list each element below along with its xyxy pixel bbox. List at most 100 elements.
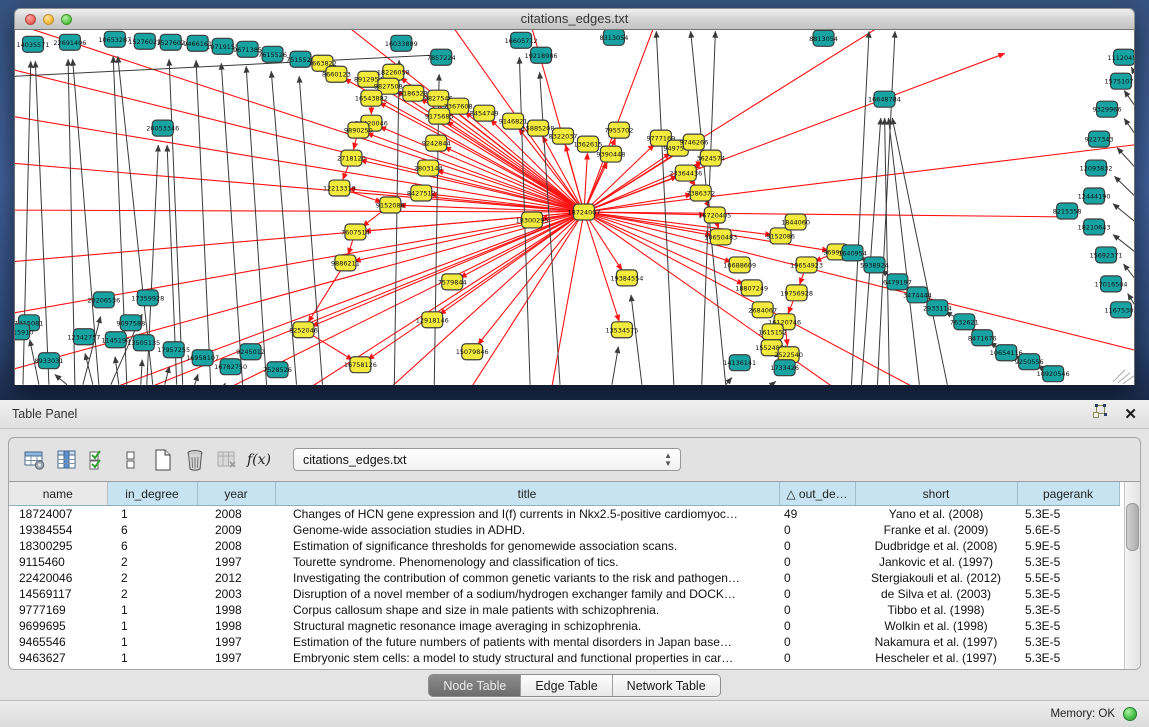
graph-node-label: 9227343 bbox=[1085, 136, 1114, 144]
table-row[interactable]: 977716911998Corpus callosum shape and si… bbox=[9, 602, 1119, 618]
table-row[interactable]: 1938455462009Genome-wide association stu… bbox=[9, 522, 1119, 538]
graph-edge bbox=[141, 360, 142, 385]
new-table-button[interactable] bbox=[147, 444, 179, 476]
table-row[interactable]: 1872400712008Changes of HCN gene express… bbox=[9, 506, 1119, 523]
scrollbar-thumb[interactable] bbox=[1126, 503, 1139, 551]
graph-node-label: 8322037 bbox=[549, 133, 578, 141]
function-builder-button[interactable]: f(x) bbox=[243, 444, 275, 476]
table-cell: 1 bbox=[107, 650, 197, 666]
table-settings-button[interactable] bbox=[19, 444, 51, 476]
column-header-name[interactable]: name bbox=[9, 482, 107, 506]
vertical-scrollbar[interactable] bbox=[1124, 482, 1140, 669]
column-header-title[interactable]: title bbox=[275, 482, 779, 506]
table-row[interactable]: 1830029562008Estimation of significance … bbox=[9, 538, 1119, 554]
window-title: citations_edges.txt bbox=[15, 9, 1134, 29]
tab-network-table[interactable]: Network Table bbox=[613, 675, 720, 696]
graph-node-label: 10920546 bbox=[1037, 370, 1070, 378]
graph-node-label: 1733426 bbox=[770, 364, 799, 372]
graph-edge bbox=[299, 76, 322, 384]
graph-edge bbox=[195, 374, 198, 384]
graph-node-label: 9886211 bbox=[331, 259, 360, 267]
graph-node-label: 19654923 bbox=[790, 261, 823, 269]
column-header-year[interactable]: year bbox=[197, 482, 275, 506]
table-cell: Jankovic et al. (1997) bbox=[855, 554, 1017, 570]
tab-node-table[interactable]: Node Table bbox=[429, 675, 521, 696]
graph-node-label: 14136141 bbox=[723, 359, 756, 367]
column-header-out_de[interactable]: △ out_de… bbox=[779, 482, 855, 506]
close-panel-icon[interactable]: ✕ bbox=[1124, 407, 1137, 422]
graph-node-label: 23364436 bbox=[669, 170, 702, 178]
table-cell: 1 bbox=[107, 506, 197, 523]
float-panel-icon[interactable] bbox=[1092, 404, 1108, 424]
table-row[interactable]: 2242004622012Investigating the contribut… bbox=[9, 570, 1119, 586]
graph-node-label: 12918146 bbox=[416, 316, 449, 324]
table-cell: Estimation of significance thresholds fo… bbox=[275, 538, 779, 554]
graph-node-label: 20206536 bbox=[87, 296, 120, 304]
graph-node-label: 16958107 bbox=[186, 354, 219, 362]
clear-selection-button[interactable] bbox=[115, 444, 147, 476]
table-cell: 2 bbox=[107, 586, 197, 602]
select-rows-button[interactable] bbox=[83, 444, 115, 476]
table-cell: 5.3E-5 bbox=[1017, 650, 1119, 666]
graph-node-label: 12342757 bbox=[67, 333, 100, 341]
graph-node-label: 2522540 bbox=[774, 351, 803, 359]
graph-node-label: 10650483 bbox=[704, 233, 737, 241]
tab-edge-table[interactable]: Edge Table bbox=[521, 675, 612, 696]
graph-node-label: 14035571 bbox=[16, 41, 49, 49]
table-cell: Disruption of a novel member of a sodium… bbox=[275, 586, 779, 602]
node-table[interactable]: namein_degreeyeartitle△ out_de…shortpage… bbox=[9, 482, 1120, 666]
delete-column-button[interactable] bbox=[179, 444, 211, 476]
memory-status-indicator[interactable] bbox=[1123, 707, 1137, 721]
graph-node-label: 9746266 bbox=[679, 139, 708, 147]
table-cell: 1997 bbox=[197, 650, 275, 666]
graph-node-label: 1362615 bbox=[574, 141, 603, 149]
graph-edge bbox=[14, 161, 584, 212]
graph-edge bbox=[612, 347, 618, 385]
table-row[interactable]: 946362711997Embryonic stem cells: a mode… bbox=[9, 650, 1119, 666]
graph-node-label: 13505135 bbox=[127, 339, 160, 347]
column-header-short[interactable]: short bbox=[855, 482, 1017, 506]
table-row[interactable]: 946554611997Estimation of the future num… bbox=[9, 634, 1119, 650]
graph-node-label: 18210643 bbox=[1078, 223, 1111, 231]
graph-edge bbox=[656, 31, 674, 384]
graph-node-label: 8427512 bbox=[407, 190, 436, 198]
column-header-pagerank[interactable]: pagerank bbox=[1017, 482, 1119, 506]
table-source-select[interactable]: citations_edges.txt ▲▼ bbox=[293, 448, 681, 471]
table-cell: 19384554 bbox=[9, 522, 107, 538]
table-row[interactable]: 969969511998Structural magnetic resonanc… bbox=[9, 618, 1119, 634]
table-cell: 0 bbox=[779, 570, 855, 586]
graph-node-label: 15079846 bbox=[456, 348, 489, 356]
table-header-row[interactable]: namein_degreeyeartitle△ out_de…shortpage… bbox=[9, 482, 1119, 506]
delete-table-button-disabled[interactable] bbox=[211, 444, 243, 476]
table-cell: 49 bbox=[779, 506, 855, 523]
column-header-in_degree[interactable]: in_degree bbox=[107, 482, 197, 506]
graph-node-label: 11675309 bbox=[1105, 306, 1135, 314]
network-window-titlebar[interactable]: citations_edges.txt bbox=[14, 8, 1135, 30]
table-cell: 22420046 bbox=[9, 570, 107, 586]
table-cell: 0 bbox=[779, 602, 855, 618]
close-window-button[interactable] bbox=[25, 14, 36, 25]
graph-node-label: 18807249 bbox=[735, 284, 768, 292]
table-cell: 1 bbox=[107, 602, 197, 618]
graph-edge bbox=[631, 295, 642, 385]
table-row[interactable]: 1456911722003Disruption of a novel membe… bbox=[9, 586, 1119, 602]
graph-node-label: 16605712 bbox=[505, 37, 538, 45]
graph-node-label: 15751074 bbox=[1105, 78, 1135, 86]
graph-node-label: 9242844 bbox=[422, 140, 451, 148]
graph-node-label: 8660123 bbox=[322, 71, 351, 79]
graph-node-label: 16758126 bbox=[344, 361, 377, 369]
table-column-button[interactable] bbox=[51, 444, 83, 476]
table-cell: Investigating the contribution of common… bbox=[275, 570, 779, 586]
table-cell: 2009 bbox=[197, 522, 275, 538]
table-cell: 5.3E-5 bbox=[1017, 602, 1119, 618]
network-canvas[interactable]: 1403557122691406106532871527602115276029… bbox=[14, 30, 1135, 385]
table-cell: 5.3E-5 bbox=[1017, 618, 1119, 634]
minimize-window-button[interactable] bbox=[43, 14, 54, 25]
graph-node-label: 7579844 bbox=[438, 278, 467, 286]
table-row[interactable]: 911546021997Tourette syndrome. Phenomeno… bbox=[9, 554, 1119, 570]
table-tabbar: Node TableEdge TableNetwork Table bbox=[0, 674, 1149, 697]
graph-node-label: 9890250 bbox=[344, 127, 373, 135]
graph-node-label: 7857224 bbox=[427, 54, 456, 62]
table-cell: Embryonic stem cells: a model to study s… bbox=[275, 650, 779, 666]
zoom-window-button[interactable] bbox=[61, 14, 72, 25]
